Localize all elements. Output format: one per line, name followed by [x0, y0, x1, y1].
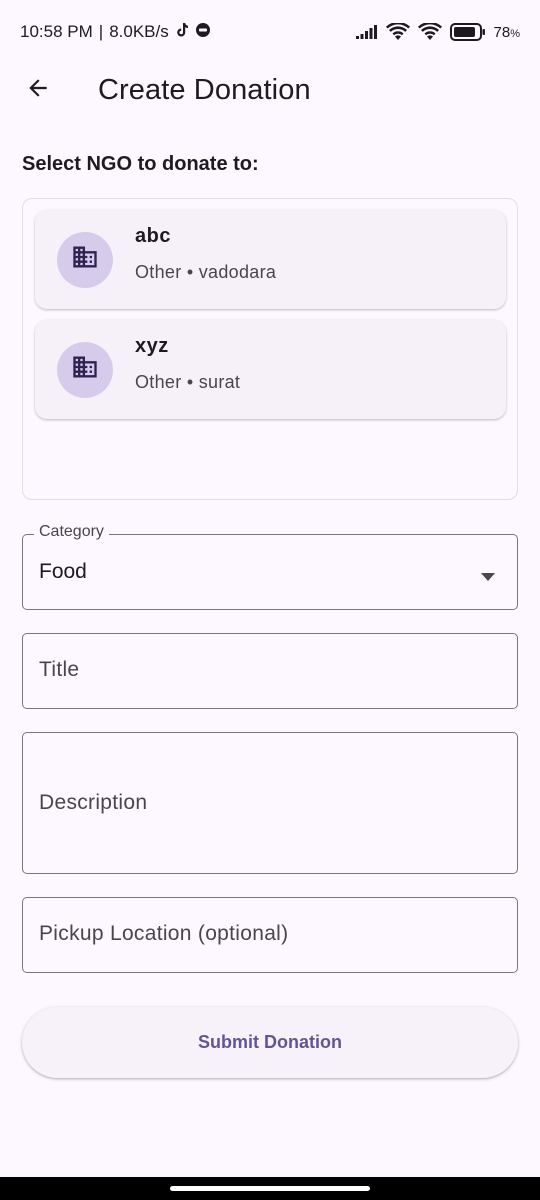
building-icon	[71, 243, 99, 276]
ngo-avatar	[57, 341, 113, 398]
arrow-left-icon	[25, 75, 51, 106]
screen: 10:58 PM | 8.0KB/s 78% Create Donation S…	[0, 0, 540, 1200]
ngo-name: abc	[135, 224, 171, 247]
building-icon	[71, 353, 99, 386]
description-field[interactable]: Description	[22, 732, 518, 874]
status-bar: 10:58 PM | 8.0KB/s 78%	[0, 0, 540, 64]
wifi-icon	[417, 23, 442, 41]
ngo-text: abc Other • vadodara	[135, 225, 276, 283]
ngo-subtitle: Other • vadodara	[135, 261, 277, 282]
back-button[interactable]	[14, 66, 62, 114]
home-indicator[interactable]	[170, 1186, 370, 1191]
ngo-avatar	[57, 231, 113, 288]
category-value: Food	[39, 560, 87, 583]
wifi-icon	[385, 23, 410, 41]
pickup-location-field[interactable]: Pickup Location (optional)	[22, 897, 518, 973]
category-label: Category	[34, 523, 109, 541]
status-right: 78%	[355, 23, 520, 41]
page-title: Create Donation	[98, 73, 311, 106]
app-notification-icon	[195, 22, 211, 43]
dropdown-arrow-icon	[481, 568, 495, 586]
battery-icon	[449, 23, 486, 41]
ngo-section-title: Select NGO to donate to:	[22, 153, 259, 175]
ngo-card-abc[interactable]: abc Other • vadodara	[35, 210, 506, 309]
ngo-text: xyz Other • surat	[135, 335, 240, 393]
submit-donation-button[interactable]: Submit Donation	[22, 1007, 518, 1078]
title-placeholder: Title	[39, 658, 80, 681]
tiktok-icon	[175, 22, 189, 43]
battery-percent: 78	[493, 23, 511, 41]
status-left: 10:58 PM | 8.0KB/s	[20, 22, 211, 43]
network-speed: 8.0KB/s	[109, 22, 169, 41]
system-nav-bar	[0, 1177, 540, 1200]
status-time: 10:58 PM	[20, 22, 93, 41]
ngo-list: abc Other • vadodara xyz Other • surat	[22, 198, 518, 500]
ngo-card-xyz[interactable]: xyz Other • surat	[35, 320, 506, 419]
status-separator: |	[98, 22, 104, 41]
ngo-name: xyz	[135, 334, 169, 357]
battery-level: 78%	[494, 24, 520, 41]
pickup-placeholder: Pickup Location (optional)	[39, 922, 289, 945]
ngo-subtitle: Other • surat	[135, 371, 241, 392]
battery-unit: %	[510, 27, 520, 40]
signal-icon	[355, 25, 378, 39]
description-placeholder: Description	[39, 791, 148, 814]
app-bar: Create Donation	[0, 64, 540, 116]
title-field[interactable]: Title	[22, 633, 518, 709]
category-dropdown[interactable]: Category Food	[22, 523, 518, 610]
